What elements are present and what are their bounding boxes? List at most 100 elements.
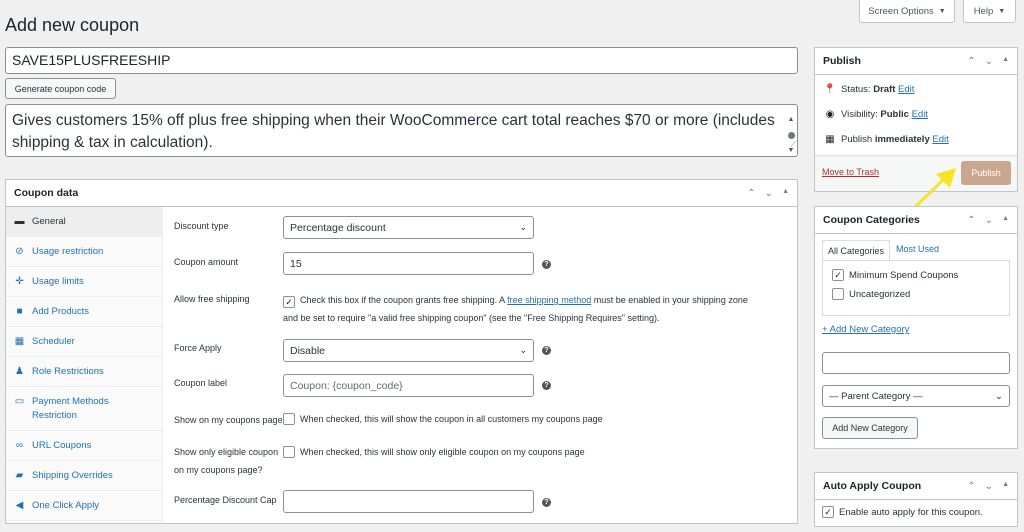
show-my-coupons-row: When checked, this will show the coupon … (283, 413, 603, 425)
auto-apply-box: Auto Apply Coupon ⌃ ⌄ ▲ ✓ Enable auto ap… (814, 472, 1018, 527)
help-button[interactable]: Help ▼ (963, 0, 1016, 23)
tab-label: Usage restriction (32, 246, 104, 257)
auto-apply-header: Auto Apply Coupon ⌃ ⌄ ▲ (815, 473, 1017, 500)
person-icon: ♟ (15, 366, 24, 377)
toggle-panel-icon[interactable]: ▲ (1002, 481, 1009, 492)
parent-category-value: — Parent Category — (829, 390, 923, 402)
tab-usage-limits[interactable]: ✛ Usage limits (6, 267, 162, 297)
publish-title: Publish (823, 55, 861, 67)
free-shipping-row: ✓ Check this box if the coupon grants fre… (283, 291, 793, 327)
publish-header: Publish ⌃ ⌄ ▲ (815, 48, 1017, 75)
resize-handle-icon[interactable]: ⟋ (790, 134, 796, 156)
free-shipping-text-2: must be enabled in your shipping zone (593, 295, 748, 305)
toggle-panel-icon[interactable]: ▲ (1002, 215, 1009, 226)
screen-options-button[interactable]: Screen Options ▼ (859, 0, 955, 23)
move-down-icon[interactable]: ⌄ (985, 481, 993, 492)
tab-label: Add Products (32, 306, 90, 317)
help-tip-icon[interactable]: ? (542, 381, 551, 390)
category-item[interactable]: ✓ Minimum Spend Coupons (832, 269, 958, 281)
toggle-panel-icon[interactable]: ▲ (782, 188, 789, 199)
category-item[interactable]: Uncategorized (832, 288, 910, 300)
help-tip-icon[interactable]: ? (542, 260, 551, 269)
discount-type-select[interactable]: Percentage discount ⌄ (283, 216, 534, 239)
free-shipping-text-1: Check this box if the coupon grants free… (300, 295, 505, 305)
publish-button[interactable]: Publish (961, 161, 1011, 185)
move-down-icon[interactable]: ⌄ (985, 56, 993, 67)
tab-url-coupons[interactable]: ∞ URL Coupons (6, 431, 162, 461)
show-eligible-label-line1: Show only eligible coupon (174, 447, 279, 457)
tab-one-click-apply[interactable]: ◀ One Click Apply (6, 491, 162, 521)
coupon-amount-input[interactable]: 15 (283, 252, 534, 275)
visibility-label: Visibility: (841, 109, 878, 120)
card-icon: ▭ (14, 396, 25, 407)
tab-label: Payment Methods Restriction (32, 396, 109, 421)
tab-shipping-overrides[interactable]: ▰ Shipping Overrides (6, 461, 162, 491)
category-checkbox[interactable]: ✓ (832, 269, 844, 281)
coupon-code-input[interactable]: SAVE15PLUSFREESHIP (5, 47, 798, 74)
tab-scheduler[interactable]: ▦ Scheduler (6, 327, 162, 357)
help-tip-icon[interactable]: ? (542, 346, 551, 355)
free-shipping-method-link[interactable]: free shipping method (507, 295, 591, 305)
show-eligible-checkbox[interactable] (283, 446, 295, 458)
category-checklist: ✓ Minimum Spend Coupons Uncategorized (822, 260, 1010, 316)
show-my-coupons-checkbox[interactable] (283, 413, 295, 425)
status-value: Draft (873, 84, 896, 95)
move-up-icon[interactable]: ⌃ (967, 481, 975, 492)
tab-general[interactable]: ▬ General (6, 207, 162, 237)
move-to-trash-link[interactable]: Move to Trash (822, 167, 879, 177)
tab-label: URL Coupons (32, 440, 92, 451)
edit-status-link[interactable]: Edit (898, 84, 914, 95)
caret-down-icon: ▼ (938, 7, 946, 15)
force-apply-select[interactable]: Disable ⌄ (283, 339, 534, 362)
coupon-label-placeholder: Coupon: {coupon_code} (290, 379, 403, 392)
coupon-label-label: Coupon label (174, 378, 228, 388)
percentage-cap-input[interactable] (283, 490, 534, 513)
arrows-icon: ✛ (15, 276, 24, 287)
auto-apply-row: ✓ Enable auto apply for this coupon. (822, 506, 983, 518)
generate-coupon-code-button[interactable]: Generate coupon code (5, 78, 116, 99)
page-title: Add new coupon (5, 15, 140, 35)
toggle-panel-icon[interactable]: ▲ (1002, 56, 1009, 67)
status-label: Status: (841, 84, 871, 95)
tab-add-products[interactable]: ■ Add Products (6, 297, 162, 327)
move-up-icon[interactable]: ⌃ (967, 215, 975, 226)
coupon-label-input[interactable]: Coupon: {coupon_code} (283, 374, 534, 397)
add-new-category-button[interactable]: Add New Category (822, 417, 918, 439)
coupon-data-title: Coupon data (14, 187, 79, 199)
parent-category-select[interactable]: — Parent Category — ⌄ (822, 385, 1010, 407)
coupon-amount-value: 15 (290, 257, 302, 270)
free-shipping-label: Allow free shipping (174, 294, 250, 304)
help-tip-icon[interactable]: ? (542, 498, 551, 507)
calendar-icon: ▦ (14, 336, 25, 347)
category-label: Uncategorized (849, 288, 911, 300)
coupon-data-header: Coupon data ⌃ ⌄ ▲ (6, 180, 797, 207)
coupon-amount-label: Coupon amount (174, 257, 239, 267)
eye-icon: ◉ (825, 109, 835, 120)
percentage-cap-label: Percentage Discount Cap (174, 495, 277, 505)
tab-payment-methods-restriction[interactable]: ▭ Payment Methods Restriction (6, 387, 162, 431)
coupon-description-textarea[interactable]: Gives customers 15% off plus free shippi… (5, 104, 798, 157)
add-new-category-link[interactable]: + Add New Category (822, 324, 909, 335)
edit-visibility-link[interactable]: Edit (912, 109, 928, 120)
publish-date-value: immediately (874, 134, 930, 145)
new-category-name-input[interactable] (822, 352, 1010, 374)
move-up-icon[interactable]: ⌃ (967, 56, 975, 67)
auto-apply-checkbox[interactable]: ✓ (822, 506, 834, 518)
coupon-categories-box: Coupon Categories ⌃ ⌄ ▲ All Categories M… (814, 206, 1018, 449)
category-checkbox[interactable] (832, 288, 844, 300)
coupon-description-text: Gives customers 15% off plus free shippi… (12, 112, 775, 151)
tab-most-used[interactable]: Most Used (896, 244, 939, 254)
tab-all-categories[interactable]: All Categories (822, 240, 891, 260)
move-up-icon[interactable]: ⌃ (747, 188, 755, 199)
show-my-coupons-text: When checked, this will show the coupon … (300, 414, 603, 424)
edit-publish-date-link[interactable]: Edit (932, 134, 948, 145)
free-shipping-checkbox[interactable]: ✓ (283, 296, 295, 308)
force-apply-value: Disable (290, 344, 326, 357)
move-down-icon[interactable]: ⌄ (985, 215, 993, 226)
tab-usage-restriction[interactable]: ⊘ Usage restriction (6, 237, 162, 267)
pin-icon: 📍 (823, 84, 837, 95)
tab-role-restrictions[interactable]: ♟ Role Restrictions (6, 357, 162, 387)
coupon-categories-header: Coupon Categories ⌃ ⌄ ▲ (815, 207, 1017, 234)
move-down-icon[interactable]: ⌄ (765, 188, 773, 199)
free-shipping-text-3: and be set to require "a valid free ship… (283, 313, 660, 323)
